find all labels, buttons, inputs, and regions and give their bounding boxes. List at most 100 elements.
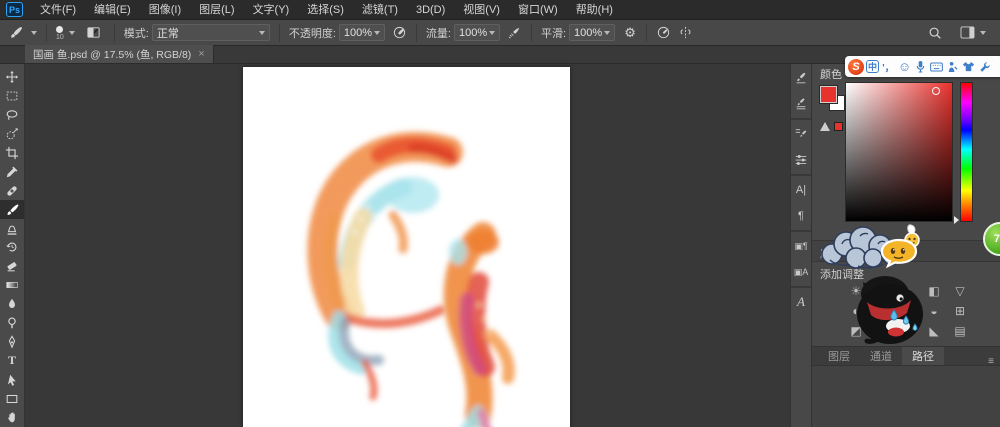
tool-presets-panel-icon[interactable] bbox=[791, 123, 811, 145]
brush-tool[interactable] bbox=[0, 200, 24, 219]
quick-selection-tool[interactable] bbox=[0, 125, 24, 144]
properties-panel-icon[interactable] bbox=[791, 149, 811, 171]
divider bbox=[279, 24, 280, 42]
toggle-brush-settings-button[interactable] bbox=[79, 23, 109, 43]
airbrush-icon[interactable] bbox=[504, 23, 526, 43]
emoji-icon[interactable]: ☺ bbox=[897, 59, 912, 75]
menu-filter[interactable]: 滤镜(T) bbox=[353, 0, 407, 20]
gamut-warning[interactable] bbox=[820, 122, 843, 131]
crop-tool[interactable] bbox=[0, 144, 24, 163]
divider bbox=[46, 24, 47, 42]
paragraph-panel-icon[interactable]: ¶ bbox=[791, 205, 811, 227]
rectangular-marquee-tool[interactable] bbox=[0, 87, 24, 106]
photoshop-window: Ps 文件(F) 编辑(E) 图像(I) 图层(L) 文字(Y) 选择(S) 滤… bbox=[0, 0, 1000, 427]
canvas-area[interactable] bbox=[25, 64, 790, 427]
opacity-select[interactable]: 100% bbox=[339, 24, 385, 41]
hue-slider-bar[interactable] bbox=[960, 82, 973, 222]
photoshop-logo-icon[interactable]: Ps bbox=[6, 2, 23, 17]
adjustment-icon-gradient-map[interactable]: ▤ bbox=[950, 322, 970, 340]
hand-tool[interactable] bbox=[0, 408, 24, 427]
blend-mode-select[interactable]: 正常 bbox=[152, 24, 270, 41]
smoothing-select[interactable]: 100% bbox=[569, 24, 615, 41]
paths-panel-body[interactable] bbox=[812, 365, 1000, 427]
eyedropper-tool[interactable] bbox=[0, 162, 24, 181]
artboard[interactable] bbox=[243, 67, 570, 427]
move-tool[interactable] bbox=[0, 68, 24, 87]
eraser-tool[interactable] bbox=[0, 257, 24, 276]
chinese-english-toggle-icon[interactable]: 中 bbox=[865, 59, 880, 75]
skin-icon[interactable] bbox=[961, 59, 976, 75]
tool-preset-picker[interactable] bbox=[0, 23, 41, 43]
foreground-background-swatches[interactable] bbox=[820, 86, 846, 112]
tab-channels[interactable]: 通道 bbox=[860, 347, 902, 365]
glyphs-panel-icon[interactable]: A bbox=[791, 291, 811, 313]
blend-mode-value: 正常 bbox=[157, 25, 179, 41]
path-selection-tool[interactable] bbox=[0, 370, 24, 389]
menu-edit[interactable]: 编辑(E) bbox=[85, 0, 140, 20]
clone-stamp-tool[interactable] bbox=[0, 219, 24, 238]
flow-select[interactable]: 100% bbox=[454, 24, 500, 41]
gradient-tool[interactable] bbox=[0, 276, 24, 295]
brush-settings-panel-icon[interactable] bbox=[791, 67, 811, 89]
character-styles-panel-icon[interactable]: ▣A bbox=[791, 261, 811, 283]
document-tab[interactable]: 国画 鱼.psd @ 17.5% (鱼, RGB/8) × bbox=[25, 45, 214, 63]
color-panel-tab[interactable]: 颜色 bbox=[820, 66, 842, 82]
divider bbox=[531, 24, 532, 42]
pen-tool[interactable] bbox=[0, 332, 24, 351]
toggle-brush-settings-icon bbox=[83, 23, 105, 43]
workspace-switcher[interactable] bbox=[956, 26, 990, 39]
lasso-tool[interactable] bbox=[0, 106, 24, 125]
paragraph-styles-panel-icon[interactable]: ▣¶ bbox=[791, 235, 811, 257]
spot-healing-brush-tool[interactable] bbox=[0, 181, 24, 200]
chevron-down-icon bbox=[69, 31, 75, 35]
pressure-size-icon[interactable] bbox=[652, 23, 674, 43]
menu-image[interactable]: 图像(I) bbox=[140, 0, 190, 20]
close-icon[interactable]: × bbox=[198, 48, 204, 60]
menu-bar: Ps 文件(F) 编辑(E) 图像(I) 图层(L) 文字(Y) 选择(S) 滤… bbox=[0, 0, 1000, 20]
type-tool[interactable]: T bbox=[0, 351, 24, 370]
document-title: 国画 鱼.psd @ 17.5% (鱼, RGB/8) bbox=[33, 47, 191, 62]
gamut-warning-swatch[interactable] bbox=[834, 122, 843, 131]
opacity-value: 100% bbox=[344, 27, 372, 39]
hue-slider-handle[interactable] bbox=[954, 216, 959, 224]
brush-size-picker[interactable]: 10 bbox=[52, 24, 79, 41]
tab-layers[interactable]: 图层 bbox=[818, 347, 860, 365]
search-icon[interactable] bbox=[924, 23, 946, 43]
menu-file[interactable]: 文件(F) bbox=[31, 0, 85, 20]
rectangle-tool[interactable] bbox=[0, 389, 24, 408]
menu-help[interactable]: 帮助(H) bbox=[567, 0, 622, 20]
menu-window[interactable]: 窗口(W) bbox=[509, 0, 567, 20]
blur-tool[interactable] bbox=[0, 295, 24, 314]
toolbox-wrench-icon[interactable] bbox=[977, 59, 992, 75]
menu-view[interactable]: 视图(V) bbox=[454, 0, 509, 20]
tools-panel: T bbox=[0, 64, 25, 427]
brushes-panel-icon[interactable] bbox=[791, 93, 811, 115]
smoothing-value: 100% bbox=[574, 27, 602, 39]
menu-3d[interactable]: 3D(D) bbox=[407, 0, 454, 20]
history-brush-tool[interactable] bbox=[0, 238, 24, 257]
pressure-opacity-icon[interactable] bbox=[389, 23, 411, 43]
menu-layer[interactable]: 图层(L) bbox=[190, 0, 243, 20]
menu-select[interactable]: 选择(S) bbox=[298, 0, 353, 20]
voice-input-icon[interactable] bbox=[913, 59, 928, 75]
adjustment-icon-vibrance[interactable]: ▽ bbox=[950, 282, 970, 300]
handwriting-icon[interactable] bbox=[945, 59, 960, 75]
punctuation-icon[interactable]: '， bbox=[881, 59, 896, 75]
chevron-down-icon bbox=[489, 31, 495, 35]
brush-symmetry-icon[interactable] bbox=[674, 23, 696, 43]
mode-label: 模式: bbox=[124, 25, 149, 41]
smoothing-options-gear-icon[interactable]: ⚙ bbox=[619, 23, 641, 43]
brush-preset-icon bbox=[4, 23, 26, 43]
foreground-color-swatch[interactable] bbox=[820, 86, 837, 103]
menu-type[interactable]: 文字(Y) bbox=[244, 0, 299, 20]
dodge-tool[interactable] bbox=[0, 314, 24, 333]
saturation-brightness-field[interactable] bbox=[845, 82, 953, 222]
tab-paths[interactable]: 路径 bbox=[902, 347, 944, 365]
character-panel-icon[interactable]: A| bbox=[791, 179, 811, 201]
soft-keyboard-icon[interactable] bbox=[929, 59, 944, 75]
adjustment-icon-channel-mixer[interactable]: ⊞ bbox=[950, 302, 970, 320]
sogou-logo-icon[interactable]: S bbox=[848, 59, 864, 75]
color-field-cursor[interactable] bbox=[932, 87, 940, 95]
options-bar: 10 模式: 正常 不透明度: 100% bbox=[0, 20, 1000, 46]
warning-triangle-icon bbox=[820, 122, 830, 131]
